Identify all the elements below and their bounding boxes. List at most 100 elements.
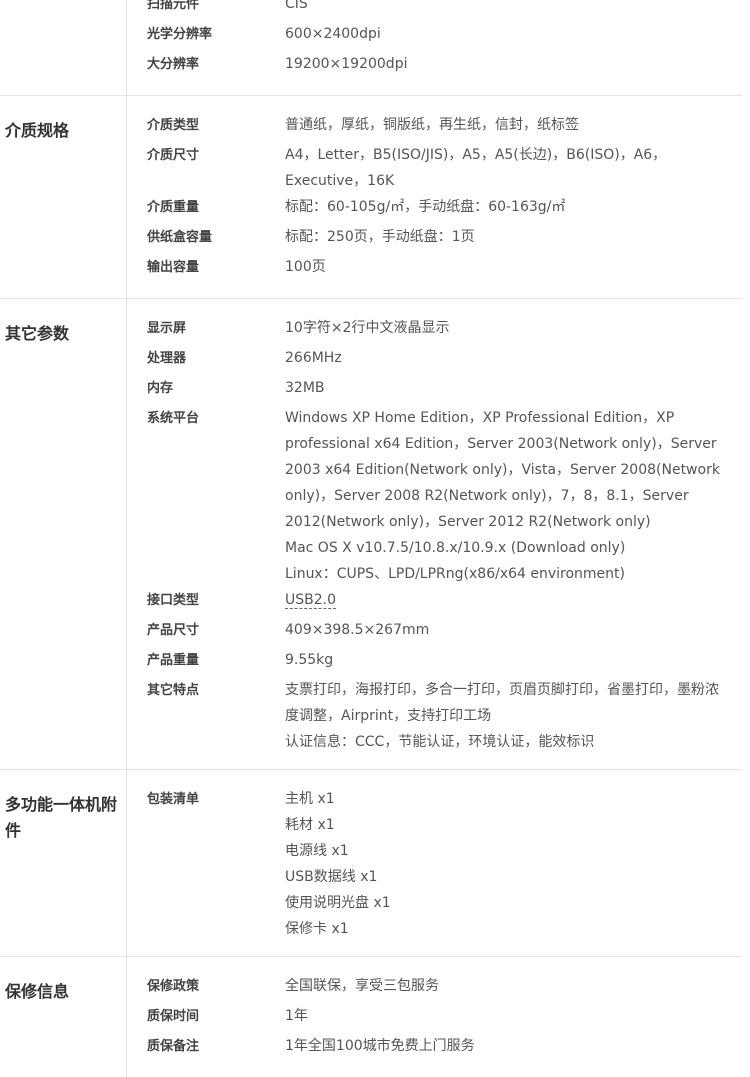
spec-value-line: CIS [285,0,308,12]
spec-row: 显示屏 10字符×2行中文液晶显示 [127,315,742,345]
spec-value-line: 全国联保，享受三包服务 [285,978,439,994]
spec-value-line: 9.55kg [285,652,334,668]
spec-group: 其它参数 显示屏 10字符×2行中文液晶显示处理器 266MHz 内存 32MB 系统平台 W… [0,299,742,770]
spec-value-line: 耗材 x1 [285,817,335,833]
spec-value-line: 电源线 x1 [285,843,349,859]
spec-group: 多功能一体机附件 包装清单 主机 x1 耗材 x1 电源线 x1 USB数据线 x1 使用说… [0,770,742,957]
spec-row: 大分辨率 19200×19200dpi [127,51,742,81]
spec-value: 32MB [285,375,742,405]
interface-link[interactable]: USB2.0 [285,592,337,609]
spec-value: 266MHz [285,345,742,375]
group-title: 其它参数 [0,299,127,769]
spec-value-line: 32MB [285,380,325,396]
spec-value: CIS [285,0,742,21]
spec-value-line: 266MHz [285,350,342,366]
spec-key: 输出容量 [147,260,200,275]
spec-key: 大分辨率 [147,57,200,72]
spec-value: 10字符×2行中文液晶显示 [285,315,742,345]
group-title [0,0,127,95]
spec-value: 标配：60-105g/㎡，手动纸盘：60-163g/㎡ [285,194,742,224]
group-items: 扫描元件 CIS 光学分辨率 600×2400dpi 大分辨率 19200×19200dp… [127,0,742,95]
spec-value: 普通纸，厚纸，铜版纸，再生纸，信封，纸标签 [285,112,742,142]
spec-value-line: 标配：60-105g/㎡，手动纸盘：60-163g/㎡ [285,199,566,215]
spec-value-line: 600×2400dpi [285,26,381,42]
spec-value-line: 19200×19200dpi [285,56,408,72]
spec-value-line: Windows XP Home Edition，XP Professional … [285,410,720,530]
group-items: 保修政策 全国联保，享受三包服务质保时间 1年质保备注 1年全国100城市免费上门服务 [127,957,742,1077]
spec-row: 包装清单 主机 x1 耗材 x1 电源线 x1 USB数据线 x1 使用说明光盘 x1 保修… [127,786,742,942]
spec-group: 介质规格 介质类型 普通纸，厚纸，铜版纸，再生纸，信封，纸标签介质尺寸 A4，Lett… [0,96,742,299]
spec-row: 供纸盒容量 标配：250页，手动纸盘：1页 [127,224,742,254]
spec-value-line: 普通纸，厚纸，铜版纸，再生纸，信封，纸标签 [285,117,579,133]
spec-key: 介质重量 [147,200,200,215]
spec-value-line: Linux：CUPS、LPD/LPRng(x86/x64 environment… [285,566,625,582]
spec-row: 处理器 266MHz [127,345,742,375]
spec-value-line: Mac OS X v10.7.5/10.8.x/10.9.x (Download… [285,540,626,556]
spec-row: 接口类型 USB2.0 [127,587,742,617]
spec-key: 其它特点 [147,683,200,698]
spec-value: 409×398.5×267mm [285,617,742,647]
group-title: 介质规格 [0,96,127,298]
group-title: 多功能一体机附件 [0,770,127,956]
spec-value: 全国联保，享受三包服务 [285,973,742,1003]
spec-row: 介质类型 普通纸，厚纸，铜版纸，再生纸，信封，纸标签 [127,112,742,142]
spec-value-line: 1年全国100城市免费上门服务 [285,1038,475,1054]
spec-value: 标配：250页，手动纸盘：1页 [285,224,742,254]
spec-row: 扫描元件 CIS [127,0,742,21]
spec-value: 1年全国100城市免费上门服务 [285,1033,742,1063]
spec-value: USB2.0 [285,587,742,617]
spec-value-line: USB数据线 x1 [285,869,378,885]
spec-value-line: 标配：250页，手动纸盘：1页 [285,229,475,245]
spec-value: 600×2400dpi [285,21,742,51]
spec-row: 其它特点 支票打印，海报打印，多合一打印，页眉页脚打印，省墨打印，墨粉浓度调整，A… [127,677,742,755]
spec-value-line: 使用说明光盘 x1 [285,895,391,911]
spec-value-line: 409×398.5×267mm [285,622,430,638]
spec-value-line: 支票打印，海报打印，多合一打印，页眉页脚打印，省墨打印，墨粉浓度调整，Airpr… [285,682,719,724]
spec-group: 保修信息 保修政策 全国联保，享受三包服务 质保时间 1年 质保备注 1年全国100城市免费… [0,957,742,1077]
spec-value: 19200×19200dpi [285,51,742,81]
spec-value: 1年 [285,1003,742,1033]
spec-key: 系统平台 [147,411,200,426]
spec-value-line: A4，Letter，B5(ISO/JIS)，A5，A5(长边)，B6(ISO)，… [285,147,667,189]
spec-row: 光学分辨率 600×2400dpi [127,21,742,51]
spec-key: 光学分辨率 [147,27,213,42]
spec-row: 内存 32MB [127,375,742,405]
spec-table: 扫描元件 CIS 光学分辨率 600×2400dpi 大分辨率 19200×19200dp… [0,0,742,1077]
spec-key: 供纸盒容量 [147,230,213,245]
spec-key: 产品尺寸 [147,623,200,638]
spec-row: 介质尺寸 A4，Letter，B5(ISO/JIS)，A5，A5(长边)，B6(I… [127,142,742,194]
group-items: 包装清单 主机 x1 耗材 x1 电源线 x1 USB数据线 x1 使用说明光盘 x1 保修… [127,770,742,956]
spec-key: 处理器 [147,351,187,366]
spec-group: 扫描元件 CIS 光学分辨率 600×2400dpi 大分辨率 19200×19200dp… [0,0,742,96]
spec-value-line: 主机 x1 [285,791,335,807]
spec-value-line: USB2.0 [285,587,724,613]
spec-key: 显示屏 [147,321,187,336]
spec-key: 内存 [147,381,174,396]
spec-value-line: 10字符×2行中文液晶显示 [285,320,450,336]
spec-value-line: 认证信息：CCC，节能认证，环境认证，能效标识 [285,734,595,750]
spec-key: 质保备注 [147,1039,200,1054]
spec-key: 包装清单 [147,792,200,807]
spec-key: 介质尺寸 [147,148,200,163]
spec-row: 产品尺寸 409×398.5×267mm [127,617,742,647]
spec-row: 系统平台 Windows XP Home Edition，XP Professio… [127,405,742,587]
group-items: 显示屏 10字符×2行中文液晶显示处理器 266MHz 内存 32MB 系统平台 Windo… [127,299,742,769]
spec-key: 接口类型 [147,593,200,608]
spec-value: 主机 x1 耗材 x1 电源线 x1 USB数据线 x1 使用说明光盘 x1 保修卡 x1 [285,786,742,942]
spec-row: 保修政策 全国联保，享受三包服务 [127,973,742,1003]
spec-key: 扫描元件 [147,0,200,12]
spec-row: 输出容量 100页 [127,254,742,284]
spec-value-line: 保修卡 x1 [285,921,349,937]
spec-key: 产品重量 [147,653,200,668]
group-items: 介质类型 普通纸，厚纸，铜版纸，再生纸，信封，纸标签介质尺寸 A4，Letter，B… [127,96,742,298]
spec-key: 介质类型 [147,118,200,133]
spec-value: 100页 [285,254,742,284]
spec-key: 质保时间 [147,1009,200,1024]
spec-key: 保修政策 [147,979,200,994]
spec-value-line: 1年 [285,1008,308,1024]
spec-row: 质保备注 1年全国100城市免费上门服务 [127,1033,742,1063]
spec-value: 9.55kg [285,647,742,677]
spec-row: 介质重量 标配：60-105g/㎡，手动纸盘：60-163g/㎡ [127,194,742,224]
spec-value: Windows XP Home Edition，XP Professional … [285,405,742,587]
spec-value-line: 100页 [285,259,326,275]
